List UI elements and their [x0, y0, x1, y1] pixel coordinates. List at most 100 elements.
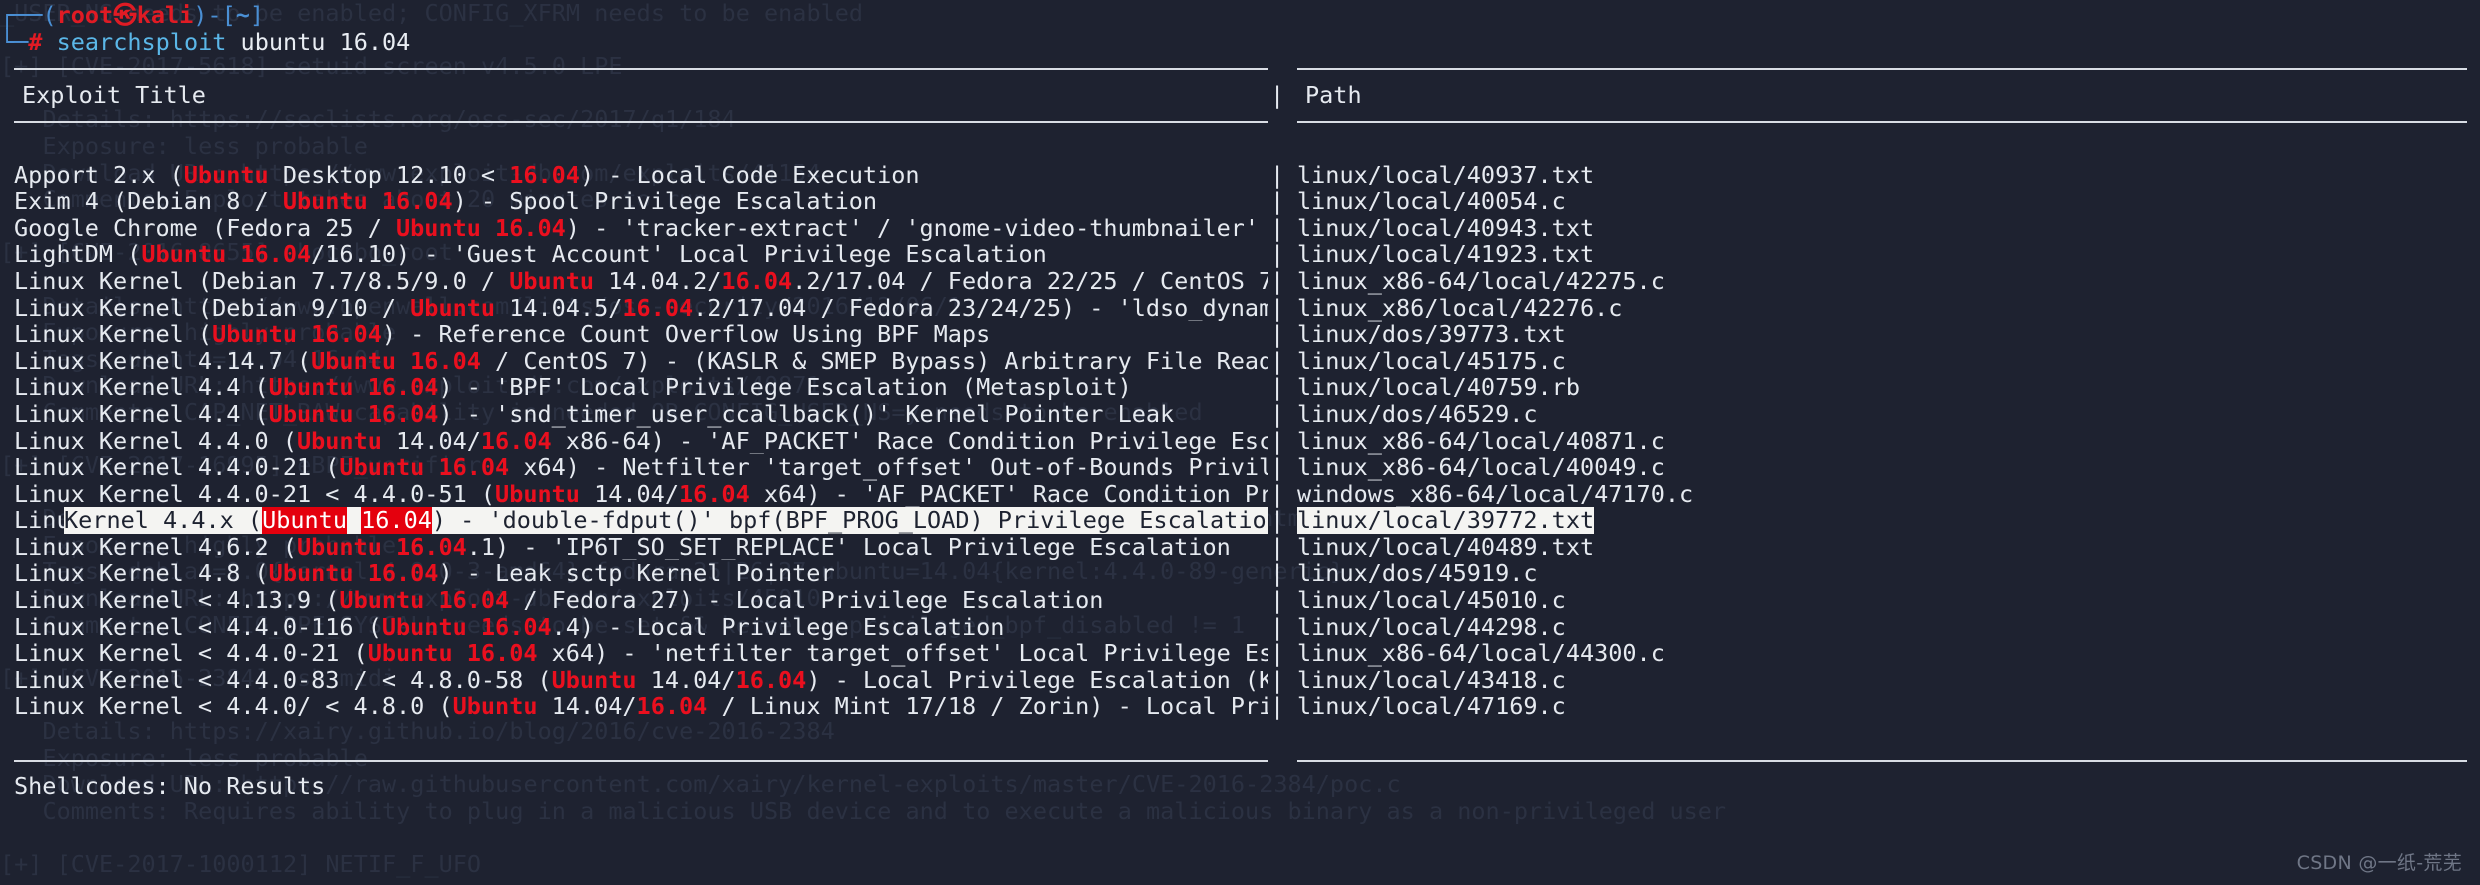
table-row[interactable]: Linux Kernel (Ubuntu 16.04) - Reference …	[0, 321, 2480, 348]
cell-exploit-path[interactable]: linux/local/40759.rb	[1297, 374, 1580, 401]
title-text-fragment: Linux Kernel 4.4.0 (	[14, 427, 297, 455]
prompt-close-paren: )-[	[193, 1, 236, 29]
cell-exploit-path[interactable]: linux/local/40943.txt	[1297, 215, 1594, 242]
cell-column-separator: |	[1270, 346, 1285, 375]
table-row[interactable]: Linux Kernel < 4.13.9 (Ubuntu 16.04 / Fe…	[0, 587, 2480, 614]
cell-exploit-path[interactable]: linux/local/40937.txt	[1297, 161, 1594, 189]
title-text-fragment: Google Chrome (Fedora 25 /	[14, 214, 397, 242]
table-row[interactable]: Exim 4 (Debian 8 / Ubuntu 16.04) - Spool…	[0, 188, 2480, 215]
title-text-fragment: 14.04/	[579, 480, 679, 508]
table-row[interactable]: Linux Kernel 4.4 (Ubuntu 16.04) - 'snd_t…	[0, 401, 2480, 428]
cell-exploit-title: Exim 4 (Debian 8 / Ubuntu 16.04) - Spool…	[14, 188, 1268, 215]
title-text-fragment: Linux Kernel (Debian 7.7/8.5/9.0 /	[14, 267, 510, 295]
ghost-line: [+] [CVE-2017-1000112] NETIF_F_UFO	[0, 850, 482, 878]
table-row[interactable]: Linux Kernel (Debian 7.7/8.5/9.0 / Ubunt…	[0, 268, 2480, 295]
prompt-hash-symbol: #	[28, 27, 43, 56]
title-text-fragment: Linux Kernel 4.6.2 (	[14, 533, 297, 561]
search-term-highlight: Ubuntu 16.04	[381, 613, 552, 641]
table-row[interactable]: Linux Kernel < 4.4.0/ < 4.8.0 (Ubuntu 14…	[0, 693, 2480, 720]
ghost-line: Comments: Requires ability to plug in a …	[0, 796, 1727, 825]
search-term-highlight: Ubuntu	[452, 693, 538, 721]
cell-exploit-path[interactable]: windows_x86-64/local/47170.c	[1297, 481, 1693, 508]
cell-column-separator: |	[1270, 559, 1285, 588]
title-text-fragment: Apport 2.x (	[14, 161, 184, 189]
cell-exploit-path[interactable]: linux/local/41923.txt	[1297, 241, 1594, 268]
title-text-fragment: x64) - Netfilter 'target_offset' Out-of-…	[523, 454, 1268, 481]
title-text-fragment: ) - Reference Count Overflow Using BPF M…	[381, 321, 991, 348]
search-term-highlight: Ubuntu 16.04	[212, 321, 382, 348]
table-row[interactable]: Linux Kernel 4.14.7 (Ubuntu 16.04 / Cent…	[0, 348, 2480, 375]
cell-exploit-path[interactable]: linux/dos/45919.c	[1297, 560, 1538, 587]
prompt-close-bracket: ]	[249, 1, 265, 29]
cell-exploit-path[interactable]: linux/local/39772.txt	[1297, 507, 1595, 534]
table-spacer-top	[0, 135, 2480, 162]
table-row[interactable]: Linux Kernel 4.4.0-21 < 4.4.0-51 (Ubuntu…	[0, 481, 2480, 508]
title-text-fragment: Linux Kernel < 4.4.0-116 (	[14, 613, 382, 641]
table-row[interactable]: Linux Kernel (Debian 9/10 / Ubuntu 14.04…	[0, 293, 2480, 322]
title-text-fragment: Desktop 12.10 <	[268, 161, 510, 189]
cell-column-separator: |	[1270, 373, 1285, 402]
cell-column-separator: |	[1270, 293, 1285, 322]
cell-exploit-path[interactable]: linux_x86-64/local/40871.c	[1297, 427, 1665, 455]
cell-exploit-path[interactable]: linux_x86-64/local/40049.c	[1297, 454, 1665, 481]
table-row[interactable]: Linux Kernel < 4.4.0-116 (Ubuntu 16.04.4…	[0, 614, 2480, 641]
cell-column-separator: |	[1270, 213, 1285, 242]
table-row[interactable]: Linux Kernel < 4.4.0-83 / < 4.8.0-58 (Ub…	[0, 667, 2480, 694]
table-row[interactable]: Linux Kernel < 4.4.0-21 (Ubuntu 16.04 x6…	[0, 640, 2480, 667]
search-term-highlight: Ubuntu 16.04	[268, 374, 439, 401]
cell-exploit-title: Linux Kernel 4.14.7 (Ubuntu 16.04 / Cent…	[14, 348, 1268, 375]
title-text-fragment: Linux Kernel 4.4 (	[14, 374, 269, 401]
title-text-fragment: 14.04/	[537, 693, 637, 721]
table-row[interactable]: Linux Kernel 4.6.2 (Ubuntu 16.04.1) - 'I…	[0, 534, 2480, 561]
prompt-user: root	[56, 1, 114, 29]
cell-exploit-path[interactable]: linux/local/40054.c	[1297, 188, 1566, 215]
search-term-highlight: Ubuntu 16.04	[268, 560, 439, 588]
prompt-line-2[interactable]: └─# searchsploit ubuntu 16.04	[0, 27, 2480, 56]
table-bottom-rule	[0, 747, 2480, 774]
cell-exploit-path[interactable]: linux/local/43418.c	[1297, 667, 1566, 694]
cell-exploit-path[interactable]: linux/local/45010.c	[1297, 587, 1566, 614]
search-term-highlight: Ubuntu 16.04	[141, 241, 312, 268]
title-text-fragment: .2/17.04 / Fedora 22/25 / CentOS 7.3.161…	[792, 267, 1268, 295]
rule-segment-path	[1297, 121, 2467, 124]
cell-exploit-path[interactable]: linux/local/47169.c	[1297, 693, 1566, 720]
title-text-fragment: .1) - 'IP6T_SO_SET_REPLACE' Local Privil…	[466, 533, 1231, 561]
search-term-highlight: 16.04	[721, 267, 793, 295]
cell-exploit-title: Linux Kernel 4.8 (Ubuntu 16.04) - Leak s…	[14, 560, 1268, 587]
table-row[interactable]: LightDM (Ubuntu 16.04/16.10) - 'Guest Ac…	[0, 241, 2480, 268]
prompt-host: kali	[136, 1, 194, 29]
rule-segment-path	[1297, 759, 2467, 762]
title-text-fragment: ) - Local Code Execution	[579, 161, 920, 189]
title-text-fragment: ) - Local Privilege Escalation (KASLR / …	[806, 666, 1268, 694]
cell-exploit-path[interactable]: linux/local/44298.c	[1297, 614, 1566, 641]
title-text-fragment: LightDM (	[14, 241, 142, 268]
table-row[interactable]: Linux Kernel 4.4 (Ubuntu 16.04) - 'BPF' …	[0, 374, 2480, 401]
cell-exploit-title: Linux Kernel 4.4.0 (Ubuntu 14.04/16.04 x…	[14, 428, 1268, 455]
table-row[interactable]: Linux Kernel 4.4.0-21 (Ubuntu 16.04 x64)…	[0, 454, 2480, 481]
cell-exploit-path[interactable]: linux_x86-64/local/42275.c	[1297, 268, 1665, 295]
title-text-fragment: .2/17.04 / Fedora 23/24/25) - 'ldso_dyna…	[693, 294, 1268, 322]
search-term-highlight: Ubuntu 16.04	[367, 640, 538, 667]
cell-exploit-path[interactable]: linux/dos/39773.txt	[1297, 321, 1566, 348]
search-term-highlight: Ubuntu 16.04	[339, 454, 510, 481]
cell-exploit-path[interactable]: linux_x86/local/42276.c	[1297, 294, 1622, 322]
table-row[interactable]: Linux Kernel 4.8 (Ubuntu 16.04) - Leak s…	[0, 560, 2480, 587]
cell-exploit-path[interactable]: linux/local/45175.c	[1297, 348, 1566, 375]
title-text-fragment: 14.04/	[636, 666, 736, 694]
prompt-line-1: ┌──(root㉿kali)-[~]	[0, 2, 2480, 29]
table-row[interactable]: Google Chrome (Fedora 25 / Ubuntu 16.04)…	[0, 215, 2480, 242]
table-row-selected[interactable]: Linux Kernel 4.4.x (Ubuntu 16.04) - 'dou…	[0, 507, 2480, 534]
cell-exploit-path[interactable]: linux/local/40489.txt	[1297, 534, 1594, 561]
title-text-fragment: 14.04/	[381, 427, 481, 455]
table-row[interactable]: Linux Kernel 4.4.0 (Ubuntu 14.04/16.04 x…	[0, 427, 2480, 455]
table-row[interactable]: Apport 2.x (Ubuntu Desktop 12.10 < 16.04…	[0, 161, 2480, 189]
terminal-window: _USER_NS needs to be enabled; CONFIG_XFR…	[0, 0, 2480, 885]
search-term-highlight: Ubuntu	[509, 267, 595, 295]
cell-column-separator: |	[1270, 692, 1285, 721]
cell-exploit-path[interactable]: linux/dos/46529.c	[1297, 401, 1538, 428]
ghost-line	[0, 824, 2480, 851]
title-text-fragment: /16.10) - 'Guest Account' Local Privileg…	[311, 241, 1047, 268]
cell-exploit-path[interactable]: linux_x86-64/local/44300.c	[1297, 640, 1665, 667]
cell-column-separator: |	[1270, 506, 1285, 535]
